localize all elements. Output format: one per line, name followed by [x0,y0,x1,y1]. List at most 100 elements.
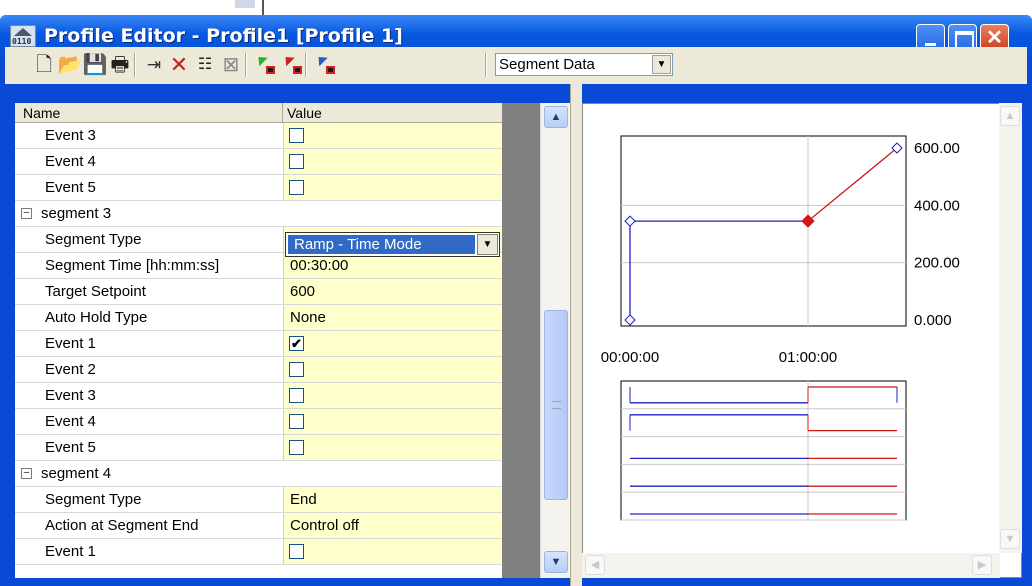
property-name: Action at Segment End [45,517,199,534]
column-header-value[interactable]: Value [287,105,322,121]
property-value-cell[interactable] [283,435,502,460]
collapse-icon[interactable]: − [21,208,32,219]
view-selector-dropdown[interactable]: Segment Data ▼ [495,53,673,76]
property-name: Event 2 [45,361,96,378]
property-name: Event 3 [45,127,96,144]
open-folder-icon[interactable]: 📂 [57,52,83,78]
profile-chart: 600.00 400.00 200.00 0.000 00:00:00 01:00:00 [582,103,1022,578]
property-value-cell[interactable] [283,409,502,434]
event-checkbox[interactable] [289,440,304,455]
segment-info-icon[interactable] [312,52,338,78]
property-row[interactable]: Event 5 [15,175,502,201]
property-row[interactable]: Event 3 [15,383,502,409]
property-row[interactable]: Action at Segment End Control off [15,513,502,539]
property-row[interactable]: Event 4 [15,409,502,435]
event-checkbox[interactable] [289,362,304,377]
y-tick-label: 200.00 [914,255,960,272]
property-value-cell[interactable] [283,539,502,564]
scroll-right-icon[interactable]: ▶ [972,555,992,575]
property-row[interactable]: Event 1 [15,539,502,565]
property-row[interactable]: Segment Type End [15,487,502,513]
property-row[interactable]: Event 1 ✔ [15,331,502,357]
x-tick-label: 00:00:00 [601,349,659,366]
scroll-up-icon[interactable]: ▲ [1000,106,1020,126]
property-value: End [290,491,317,508]
property-value-cell[interactable]: Control off [283,513,502,538]
scroll-down-icon[interactable]: ▼ [1000,529,1020,549]
column-header-name[interactable]: Name [23,105,60,121]
property-value: 600 [290,283,316,300]
group-row[interactable]: − segment 4 [15,461,502,487]
property-value-cell[interactable] [283,175,502,200]
property-row[interactable]: Target Setpoint 600 [15,279,502,305]
x-tick-label: 01:00:00 [779,349,837,366]
collapse-icon[interactable]: − [21,468,32,479]
y-tick-label: 0.000 [914,312,952,329]
property-value-cell[interactable]: 600 [283,279,502,304]
property-name: Auto Hold Type [45,309,148,326]
property-value: Control off [290,517,359,534]
scroll-up-icon[interactable]: ▲ [544,106,568,128]
property-name: Segment Type [45,231,142,248]
segment-icon-1[interactable] [252,52,278,78]
insert-segment-icon[interactable]: ⇥ [141,52,167,78]
chevron-down-icon[interactable]: ▼ [652,55,671,74]
scroll-thumb[interactable] [544,310,568,500]
group-row[interactable]: − segment 3 [15,201,502,227]
property-row[interactable]: Event 5 [15,435,502,461]
property-value-cell[interactable] [283,383,502,408]
segment-type-selected: Ramp - Time Mode [288,235,475,254]
plot-area [620,135,907,327]
delete-icon[interactable]: ✕ [166,52,192,78]
event-area [620,380,907,521]
property-value-cell[interactable]: None [283,305,502,330]
segment-type-dropdown[interactable]: Ramp - Time Mode ▼ [285,232,500,257]
segment-icon-2[interactable] [279,52,305,78]
property-value-cell[interactable] [283,357,502,382]
clear-icon[interactable]: ⊠ [218,52,244,78]
event-checkbox[interactable] [289,414,304,429]
property-row[interactable]: Event 4 [15,149,502,175]
chart-horizontal-scrollbar[interactable]: ◀ ▶ [582,553,1000,578]
property-name: Event 1 [45,335,96,352]
property-name: Segment Time [hh:mm:ss] [45,257,220,274]
property-name: Event 1 [45,543,96,560]
property-row[interactable]: Event 3 [15,123,502,149]
chart-vertical-scrollbar[interactable]: ▲ ▼ [999,103,1022,553]
save-icon[interactable]: 💾 [82,52,108,78]
print-icon[interactable]: 🖶 [107,52,133,78]
scroll-left-icon[interactable]: ◀ [585,555,605,575]
chevron-down-icon[interactable]: ▼ [477,234,498,255]
property-row[interactable]: Auto Hold Type None [15,305,502,331]
property-name: Event 5 [45,179,96,196]
grid-empty-area [502,103,540,578]
new-document-icon[interactable]: 🗋 [31,52,57,78]
property-value-cell[interactable] [283,123,502,148]
scroll-down-icon[interactable]: ▼ [544,551,568,573]
property-name: Segment Type [45,491,142,508]
event-checkbox[interactable] [289,154,304,169]
property-name: Event 4 [45,413,96,430]
property-value: 00:30:00 [290,257,349,274]
pane-splitter[interactable] [570,84,582,586]
property-grid: Name Value Event 3 Event 4 Event 5− segment… [15,103,502,578]
window-title: Profile Editor - Profile1 [Profile 1] [44,25,403,47]
grid-vertical-scrollbar[interactable]: ▲ ▼ [540,103,570,578]
property-value-cell[interactable] [283,149,502,174]
background-window-fragment [235,0,255,8]
grid-header: Name Value [15,103,502,123]
tree-icon[interactable]: ☷ [192,52,218,78]
property-value-cell[interactable]: End [283,487,502,512]
property-row[interactable]: Event 2 [15,357,502,383]
app-icon: 0110 [10,25,36,47]
event-checkbox[interactable] [289,544,304,559]
event-checkbox[interactable] [289,388,304,403]
y-tick-label: 400.00 [914,197,960,214]
event-checkbox[interactable] [289,180,304,195]
event-checkbox[interactable]: ✔ [289,336,304,351]
property-name: segment 4 [41,465,112,482]
y-tick-label: 600.00 [914,140,960,157]
property-value-cell[interactable]: ✔ [283,331,502,356]
event-checkbox[interactable] [289,128,304,143]
property-value: None [290,309,326,326]
